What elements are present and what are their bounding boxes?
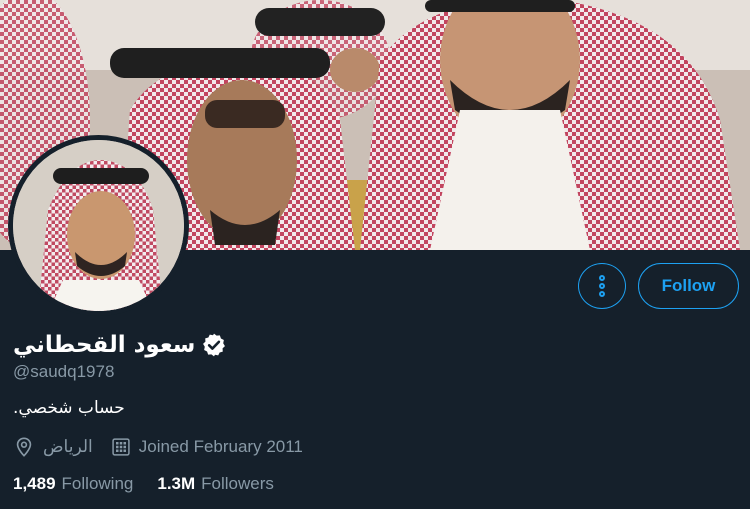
profile-meta-row: الرياض Joined February 2011 xyxy=(13,434,303,460)
following-label: Following xyxy=(61,474,134,493)
calendar-icon xyxy=(112,438,130,456)
follow-button-label: Follow xyxy=(661,276,716,295)
profile-joined-date: Joined February 2011 xyxy=(138,437,303,456)
profile-name-row: سعود القحطاني xyxy=(13,329,227,361)
profile-bio: حساب شخصي. xyxy=(13,398,125,418)
following-link[interactable]: 1,489 Following xyxy=(13,474,133,494)
more-vertical-icon-dot xyxy=(599,291,605,297)
verified-badge-icon xyxy=(203,333,226,357)
followers-count: 1.3M xyxy=(157,474,196,493)
following-count: 1,489 xyxy=(13,474,56,493)
avatar[interactable] xyxy=(13,140,184,311)
profile-display-name: سعود القحطاني xyxy=(13,332,196,358)
followers-label: Followers xyxy=(201,474,274,493)
follow-button[interactable]: Follow xyxy=(638,263,739,309)
more-vertical-icon xyxy=(599,275,605,281)
profile-stats-row: 1,489 Following 1.3M Followers xyxy=(13,471,274,497)
profile-handle: @saudq1978 xyxy=(13,362,115,381)
more-options-button[interactable] xyxy=(578,263,626,309)
more-vertical-icon-dot xyxy=(599,283,605,289)
location-pin-icon xyxy=(16,437,32,457)
followers-link[interactable]: 1.3M Followers xyxy=(157,474,274,494)
profile-location: الرياض xyxy=(43,437,93,456)
